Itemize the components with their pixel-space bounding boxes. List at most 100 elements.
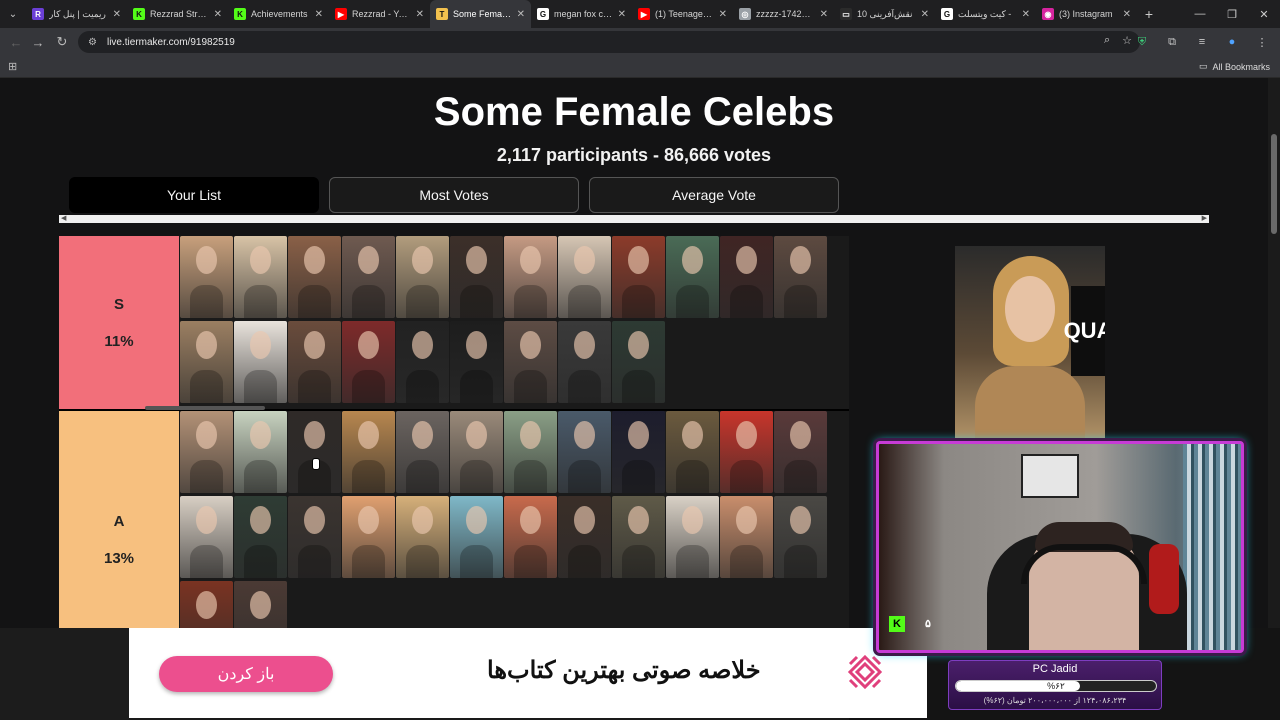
close-tab-icon[interactable]: ✕ (719, 9, 727, 20)
close-tab-icon[interactable]: ✕ (113, 9, 121, 20)
celebrity-image[interactable] (342, 496, 395, 578)
celebrity-image[interactable] (396, 411, 449, 493)
celebrity-image[interactable] (720, 236, 773, 318)
celebrity-image[interactable] (558, 496, 611, 578)
celebrity-image[interactable] (558, 411, 611, 493)
tier-row-scrollbar[interactable] (145, 406, 265, 410)
celebrity-image[interactable] (288, 411, 341, 493)
all-bookmarks-button[interactable]: ▭ All Bookmarks (1199, 61, 1270, 72)
browser-tab[interactable]: K Rezzrad Stream ✕ (127, 0, 228, 28)
celebrity-image[interactable] (234, 496, 287, 578)
bookmark-star-icon[interactable]: ☆ (1122, 34, 1132, 47)
profile-avatar-icon[interactable]: ● (1222, 31, 1242, 53)
celebrity-image[interactable] (450, 236, 503, 318)
browser-tab[interactable]: Gmegan fox cha ✕ (531, 0, 632, 28)
celebrity-image[interactable] (504, 321, 557, 403)
celebrity-image[interactable] (450, 321, 503, 403)
close-tab-icon[interactable]: ✕ (1123, 9, 1131, 20)
celebrity-image[interactable] (180, 496, 233, 578)
tab-most-votes[interactable]: Most Votes (329, 177, 579, 213)
shield-extension-icon[interactable]: ⛨ (1132, 31, 1152, 53)
celebrity-image[interactable] (234, 236, 287, 318)
apps-grid-icon[interactable]: ⊞ (8, 60, 17, 73)
minimize-icon[interactable]: — (1184, 0, 1216, 28)
celebrity-image[interactable] (612, 496, 665, 578)
scrollbar-thumb[interactable] (1271, 134, 1277, 234)
celebrity-image[interactable] (342, 321, 395, 403)
horizontal-scrollbar[interactable]: ◀ ▶ (59, 215, 1209, 223)
celebrity-image[interactable] (504, 411, 557, 493)
celebrity-image[interactable] (234, 321, 287, 403)
ad-open-button[interactable]: باز کردن (159, 656, 333, 692)
page-vertical-scrollbar[interactable] (1268, 78, 1280, 720)
celebrity-image[interactable] (450, 496, 503, 578)
celebrity-image[interactable] (504, 496, 557, 578)
celebrity-image[interactable] (612, 236, 665, 318)
close-window-icon[interactable]: ✕ (1248, 0, 1280, 28)
close-tab-icon[interactable]: ✕ (517, 9, 525, 20)
celebrity-image[interactable] (774, 236, 827, 318)
celebrity-image[interactable] (666, 496, 719, 578)
forward-icon[interactable]: → (26, 30, 50, 54)
new-tab-icon[interactable]: + (1137, 6, 1161, 22)
celebrity-image[interactable] (396, 236, 449, 318)
reload-icon[interactable]: ↻ (50, 30, 74, 54)
celebrity-image[interactable] (450, 411, 503, 493)
close-tab-icon[interactable]: ✕ (416, 9, 424, 20)
close-tab-icon[interactable]: ✕ (1022, 9, 1030, 20)
browser-tab[interactable]: G کیت ویتسلت - ✕ (935, 0, 1036, 28)
ad-banner[interactable]: باز کردن خلاصه صوتی بهترین کتاب‌ها (129, 628, 927, 718)
celebrity-image[interactable] (396, 496, 449, 578)
browser-tab[interactable]: ◎ zzzzz-1742465 ✕ (733, 0, 834, 28)
browser-tab[interactable]: T Some Female C ✕ (430, 0, 531, 28)
celebrity-image[interactable] (558, 321, 611, 403)
celebrity-image[interactable] (504, 236, 557, 318)
site-info-icon[interactable]: ⚙ (88, 37, 97, 48)
celebrity-image[interactable] (720, 496, 773, 578)
celebrity-image[interactable] (612, 411, 665, 493)
browser-tab[interactable]: K Achievements ✕ (228, 0, 329, 28)
celebrity-image[interactable] (396, 321, 449, 403)
browser-tab[interactable]: R ریمیت | پنل کار ✕ (26, 0, 127, 28)
folder-icon: ▭ (1198, 61, 1208, 71)
browser-tab[interactable]: ▶ Rezzrad - YouT ✕ (329, 0, 430, 28)
celebrity-image[interactable] (720, 411, 773, 493)
celebrity-image[interactable] (288, 321, 341, 403)
extensions-puzzle-icon[interactable]: ⧉ (1162, 31, 1182, 53)
celebrity-image[interactable] (180, 236, 233, 318)
scroll-right-icon[interactable]: ▶ (1202, 214, 1207, 222)
celebrity-image[interactable] (180, 321, 233, 403)
zoom-icon[interactable]: ⌕ (1104, 34, 1110, 47)
browser-tab[interactable]: ◉ (3) Instagram ✕ (1036, 0, 1137, 28)
menu-kebab-icon[interactable]: ⋮ (1252, 31, 1272, 53)
celebrity-image[interactable] (288, 236, 341, 318)
celebrity-image[interactable] (774, 496, 827, 578)
browser-tab[interactable]: ▭ 10 نقش‌آفرینی ✕ (834, 0, 935, 28)
celebrity-image[interactable] (666, 236, 719, 318)
celebrity-image[interactable] (612, 321, 665, 403)
celebrity-image[interactable] (342, 236, 395, 318)
tab-search-icon[interactable]: ⌄ (0, 0, 26, 28)
url-input[interactable]: ⚙ live.tiermaker.com/91982519 ⌕ ☆ (78, 31, 1140, 53)
back-icon[interactable]: ← (4, 30, 28, 54)
restore-icon[interactable]: ❐ (1216, 0, 1248, 28)
browser-tab-label: megan fox cha (554, 9, 613, 19)
celebrity-image[interactable] (342, 411, 395, 493)
tier-label[interactable]: S 11% (59, 236, 179, 409)
scroll-left-icon[interactable]: ◀ (61, 214, 66, 222)
celebrity-image[interactable] (558, 236, 611, 318)
media-controls-icon[interactable]: ≡ (1192, 31, 1212, 53)
close-tab-icon[interactable]: ✕ (820, 9, 828, 20)
close-tab-icon[interactable]: ✕ (315, 9, 323, 20)
close-tab-icon[interactable]: ✕ (921, 9, 929, 20)
celebrity-image[interactable] (666, 411, 719, 493)
celebrity-image[interactable] (774, 411, 827, 493)
celebrity-image[interactable] (180, 411, 233, 493)
close-tab-icon[interactable]: ✕ (214, 9, 222, 20)
close-tab-icon[interactable]: ✕ (618, 9, 626, 20)
tab-your-list[interactable]: Your List (69, 177, 319, 213)
celebrity-image[interactable] (234, 411, 287, 493)
celebrity-image[interactable] (288, 496, 341, 578)
tab-average-vote[interactable]: Average Vote (589, 177, 839, 213)
browser-tab[interactable]: ▶ (1) Teenage Mi ✕ (632, 0, 733, 28)
